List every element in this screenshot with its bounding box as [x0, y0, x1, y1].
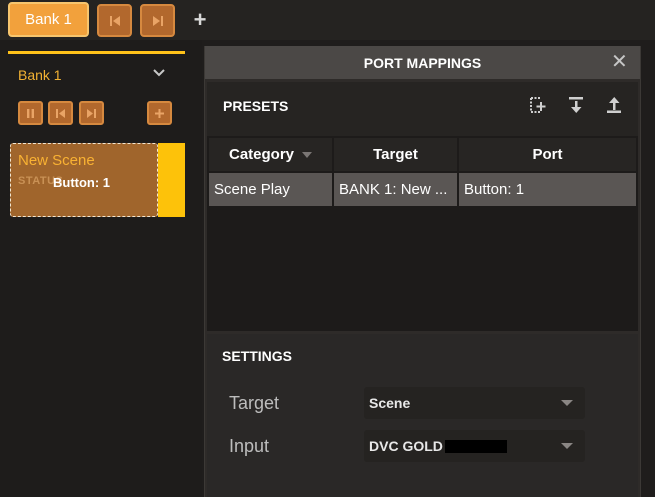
pause-button[interactable] — [18, 101, 43, 125]
column-header-label: Port — [532, 146, 563, 163]
input-select-value: DVC GOLD — [369, 438, 507, 454]
previous-bank-button[interactable] — [97, 4, 132, 37]
target-label: Target — [229, 393, 280, 413]
dialog-header: PORT MAPPINGS ✕ — [205, 46, 640, 79]
cell-port: Button: 1 — [459, 173, 636, 206]
add-preset-icon — [530, 97, 546, 113]
mappings-table: Category Target Port Scene Play BANK 1: … — [207, 136, 638, 331]
plus-icon — [155, 108, 164, 118]
plus-icon: + — [193, 7, 207, 32]
scene-card[interactable]: New Scene STATUS Button: 1 — [10, 143, 158, 217]
column-header-port[interactable]: Port — [459, 138, 636, 171]
import-button[interactable] — [565, 94, 587, 116]
next-bank-button[interactable] — [140, 4, 175, 37]
add-preset-button[interactable] — [527, 94, 549, 116]
port-mappings-dialog: PORT MAPPINGS ✕ PRESETS Category Target … — [204, 46, 641, 497]
export-icon — [607, 97, 621, 113]
next-scene-button[interactable] — [79, 101, 104, 125]
sort-down-icon — [302, 151, 313, 158]
cell-target: BANK 1: New ... — [334, 173, 459, 206]
bank-tab-label: Bank 1 — [25, 11, 72, 28]
skip-previous-icon — [56, 108, 65, 118]
column-header-label: Category — [228, 146, 295, 163]
column-header-category[interactable]: Category — [209, 138, 334, 171]
top-bar: Bank 1 + — [0, 0, 655, 40]
bank-name: Bank 1 — [18, 67, 62, 83]
scene-color-strip — [158, 143, 185, 217]
import-icon — [569, 97, 583, 113]
bank-accent-line — [8, 51, 185, 54]
dropdown-arrow-icon — [561, 443, 573, 449]
pause-icon — [27, 108, 34, 118]
presets-title: PRESETS — [223, 98, 289, 114]
input-select[interactable]: DVC GOLD — [364, 430, 585, 462]
bank-tab[interactable]: Bank 1 — [8, 2, 89, 37]
skip-previous-icon — [109, 15, 120, 26]
column-header-label: Target — [373, 146, 418, 163]
scene-mapping-badge: Button: 1 — [53, 175, 111, 190]
cell-category: Scene Play — [209, 173, 334, 206]
close-icon[interactable]: ✕ — [611, 52, 628, 72]
column-header-target[interactable]: Target — [334, 138, 459, 171]
export-button[interactable] — [603, 94, 625, 116]
input-label: Input — [229, 436, 270, 456]
dropdown-arrow-icon — [561, 400, 573, 406]
settings-title: SETTINGS — [222, 348, 293, 364]
add-bank-button[interactable]: + — [190, 6, 210, 34]
settings-section: SETTINGS Target Scene Input DVC GOLD — [207, 334, 638, 497]
add-scene-button[interactable] — [147, 101, 172, 125]
dialog-title: PORT MAPPINGS — [363, 55, 482, 71]
input-select-text: DVC GOLD — [369, 438, 443, 454]
left-panel: Bank 1 New Scene STATUS Button: 1 — [0, 40, 202, 497]
skip-next-icon — [152, 15, 163, 26]
scene-title: New Scene — [18, 152, 95, 169]
skip-next-icon — [87, 108, 96, 118]
target-select[interactable]: Scene — [364, 387, 585, 419]
chevron-down-icon[interactable] — [150, 64, 168, 82]
redaction-bar — [444, 440, 507, 453]
target-select-value: Scene — [369, 395, 411, 411]
previous-scene-button[interactable] — [48, 101, 73, 125]
